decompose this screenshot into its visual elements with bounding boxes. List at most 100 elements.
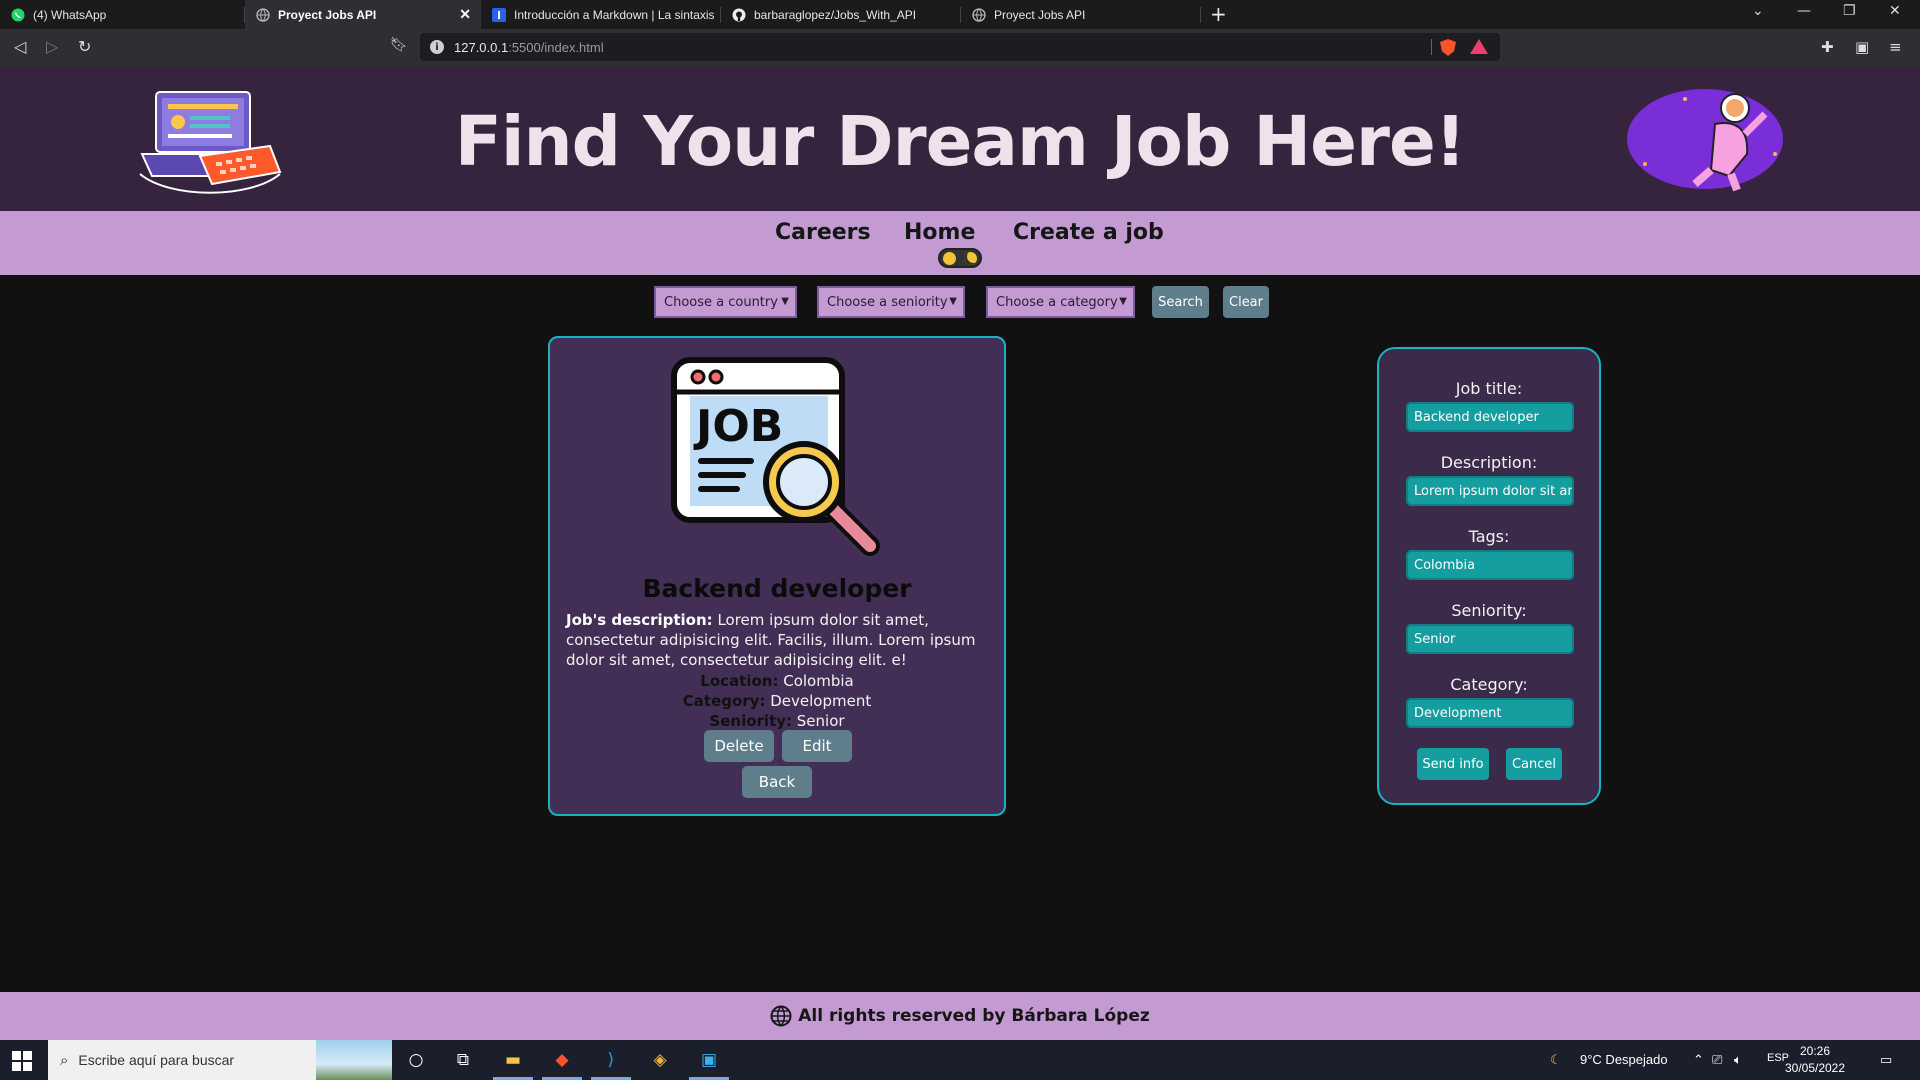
window-close-icon[interactable]: ✕: [1889, 3, 1901, 19]
browser-toolbar: ◁ ▷ ↻ 🔖︎ i 127.0.0.1:5500/index.html ✚ ▣…: [0, 29, 1920, 66]
github-icon: [731, 7, 746, 22]
task-view-icon[interactable]: ⧉: [450, 1048, 476, 1072]
browser-tab-bar: (4) WhatsApp Proyect Jobs API ✕ Introduc…: [0, 0, 1920, 29]
tab-label: Proyect Jobs API: [278, 7, 377, 22]
job-title: Backend developer: [642, 574, 912, 603]
job-search-illustration-icon: JOB: [671, 357, 880, 556]
vscode-icon[interactable]: ⟩: [598, 1048, 624, 1072]
job-title-label: Job title:: [1455, 379, 1523, 398]
minimize-icon[interactable]: —: [1797, 3, 1811, 19]
footer: All rights reserved by Bárbara López: [0, 992, 1920, 1040]
windows-taskbar: ⌕ Escribe aquí para buscar ○ ⧉ ▬ ◆ ⟩ ◈ ▣…: [0, 1040, 1920, 1080]
filter-bar: Choose a country ▼ Choose a seniority ▼ Ch…: [0, 286, 1920, 318]
globe-icon: [971, 7, 986, 22]
nav-create-job[interactable]: Create a job: [1013, 220, 1164, 245]
tab-label: Introducción a Markdown | La sintaxis: [514, 7, 715, 22]
chevron-down-icon: ▼: [781, 296, 789, 307]
send-info-button[interactable]: Send info: [1417, 748, 1489, 780]
site-info-icon[interactable]: i: [430, 40, 444, 54]
category-input[interactable]: Development: [1406, 698, 1574, 728]
whatsapp-icon: [10, 7, 25, 22]
network-icon[interactable]: ⎚: [1712, 1052, 1722, 1068]
seniority-label: Seniority:: [1451, 601, 1527, 620]
nav-careers[interactable]: Careers: [775, 220, 871, 245]
globe-icon: [770, 1005, 792, 1027]
job-title-input[interactable]: Backend developer: [1406, 402, 1574, 432]
tab-github[interactable]: barbaraglopez/Jobs_With_API: [721, 0, 961, 29]
tab-markdown[interactable]: Introducción a Markdown | La sintaxis: [481, 0, 721, 29]
description-input[interactable]: Lorem ipsum dolor sit amet: [1406, 476, 1574, 506]
windows-start-icon[interactable]: [12, 1051, 32, 1071]
seniority-input[interactable]: Senior: [1406, 624, 1574, 654]
clock-date: 30/05/2022: [1784, 1061, 1846, 1075]
category-select[interactable]: Choose a category ▼: [986, 286, 1135, 318]
astronaut-sticker-icon: [1627, 89, 1783, 192]
seniority-select[interactable]: Choose a seniority ▼: [817, 286, 965, 318]
job-category: Category: Development: [682, 692, 872, 710]
cancel-button[interactable]: Cancel: [1506, 748, 1562, 780]
weather-text[interactable]: 9°C Despejado: [1580, 1052, 1668, 1067]
tab-proyect-jobs-api-active[interactable]: Proyect Jobs API ✕: [245, 0, 481, 29]
country-select[interactable]: Choose a country ▼: [654, 286, 797, 318]
tags-label: Tags:: [1468, 527, 1510, 546]
wallet-icon[interactable]: ▣: [1855, 38, 1869, 56]
job-description: Job's description: Lorem ipsum dolor sit…: [566, 610, 996, 670]
tray-chevron-icon[interactable]: ⌃: [1693, 1052, 1704, 1068]
notifications-icon[interactable]: ▭: [1880, 1052, 1892, 1068]
back-button[interactable]: Back: [742, 766, 812, 798]
tab-label: (4) WhatsApp: [33, 7, 107, 22]
url-text: 127.0.0.1:5500/index.html: [454, 39, 604, 55]
job-detail-card: JOB Backend developer Job's description:…: [548, 336, 1006, 816]
file-explorer-icon[interactable]: ▬: [500, 1048, 526, 1072]
tab-list-chevron-icon[interactable]: ⌄: [1752, 3, 1764, 19]
git-icon[interactable]: ◈: [647, 1048, 673, 1072]
hero-banner: Find Your Dream Job Here!: [0, 66, 1920, 211]
chevron-down-icon: ▼: [1119, 296, 1127, 307]
main-navbar: Careers Home Create a job: [0, 211, 1920, 275]
category-label: Category:: [1450, 675, 1528, 694]
tab-proyect-jobs-api[interactable]: Proyect Jobs API: [961, 0, 1201, 29]
weather-moon-icon[interactable]: ☾: [1550, 1052, 1562, 1068]
forward-arrow-icon[interactable]: ▷: [46, 37, 58, 56]
tab-whatsapp[interactable]: (4) WhatsApp: [0, 0, 245, 29]
tags-input[interactable]: Colombia: [1406, 550, 1574, 580]
taskbar-search-input[interactable]: ⌕ Escribe aquí para buscar: [48, 1040, 392, 1080]
brave-rewards-icon[interactable]: [1470, 39, 1488, 54]
address-bar[interactable]: i 127.0.0.1:5500/index.html: [420, 33, 1500, 61]
close-tab-icon[interactable]: ✕: [459, 6, 471, 23]
clear-button[interactable]: Clear: [1223, 286, 1269, 318]
brave-shield-icon[interactable]: [1440, 39, 1456, 56]
moon-icon: [964, 252, 977, 265]
description-label: Description:: [1440, 453, 1538, 472]
tab-label: Proyect Jobs API: [994, 7, 1086, 22]
edit-button[interactable]: Edit: [782, 730, 852, 762]
web-page: Find Your Dream Job Here! Careers Home C…: [0, 66, 1920, 1040]
job-location: Location: Colombia: [700, 672, 854, 690]
bookmark-icon[interactable]: 🔖︎: [390, 37, 408, 53]
restore-icon[interactable]: ❐: [1843, 3, 1856, 19]
back-arrow-icon[interactable]: ◁: [14, 37, 26, 56]
edit-job-form: Job title: Backend developer Description…: [1377, 347, 1601, 805]
nav-home[interactable]: Home: [904, 220, 975, 245]
search-button[interactable]: Search: [1152, 286, 1209, 318]
svg-text:JOB: JOB: [693, 401, 783, 452]
footer-text: All rights reserved by Bárbara López: [798, 1006, 1150, 1026]
clock[interactable]: 20:26 30/05/2022: [1782, 1043, 1848, 1077]
sun-icon: [943, 252, 956, 265]
search-icon: ⌕: [60, 1051, 69, 1069]
extensions-icon[interactable]: ✚: [1821, 38, 1834, 56]
markdown-icon: [491, 7, 506, 22]
clock-time: 20:26: [1799, 1044, 1831, 1058]
new-tab-icon[interactable]: +: [1210, 2, 1227, 26]
brave-browser-icon[interactable]: ◆: [549, 1048, 575, 1072]
cortana-icon[interactable]: ○: [403, 1048, 429, 1072]
theme-toggle[interactable]: [938, 248, 982, 268]
globe-icon: [255, 7, 270, 22]
taskbar-search-placeholder: Escribe aquí para buscar: [78, 1052, 235, 1068]
menu-icon[interactable]: ≡: [1889, 38, 1902, 56]
photos-icon[interactable]: ▣: [696, 1048, 722, 1072]
reload-icon[interactable]: ↻: [78, 37, 91, 56]
delete-button[interactable]: Delete: [704, 730, 774, 762]
chevron-down-icon: ▼: [949, 296, 957, 307]
volume-icon[interactable]: 🔈︎: [1734, 1052, 1742, 1068]
